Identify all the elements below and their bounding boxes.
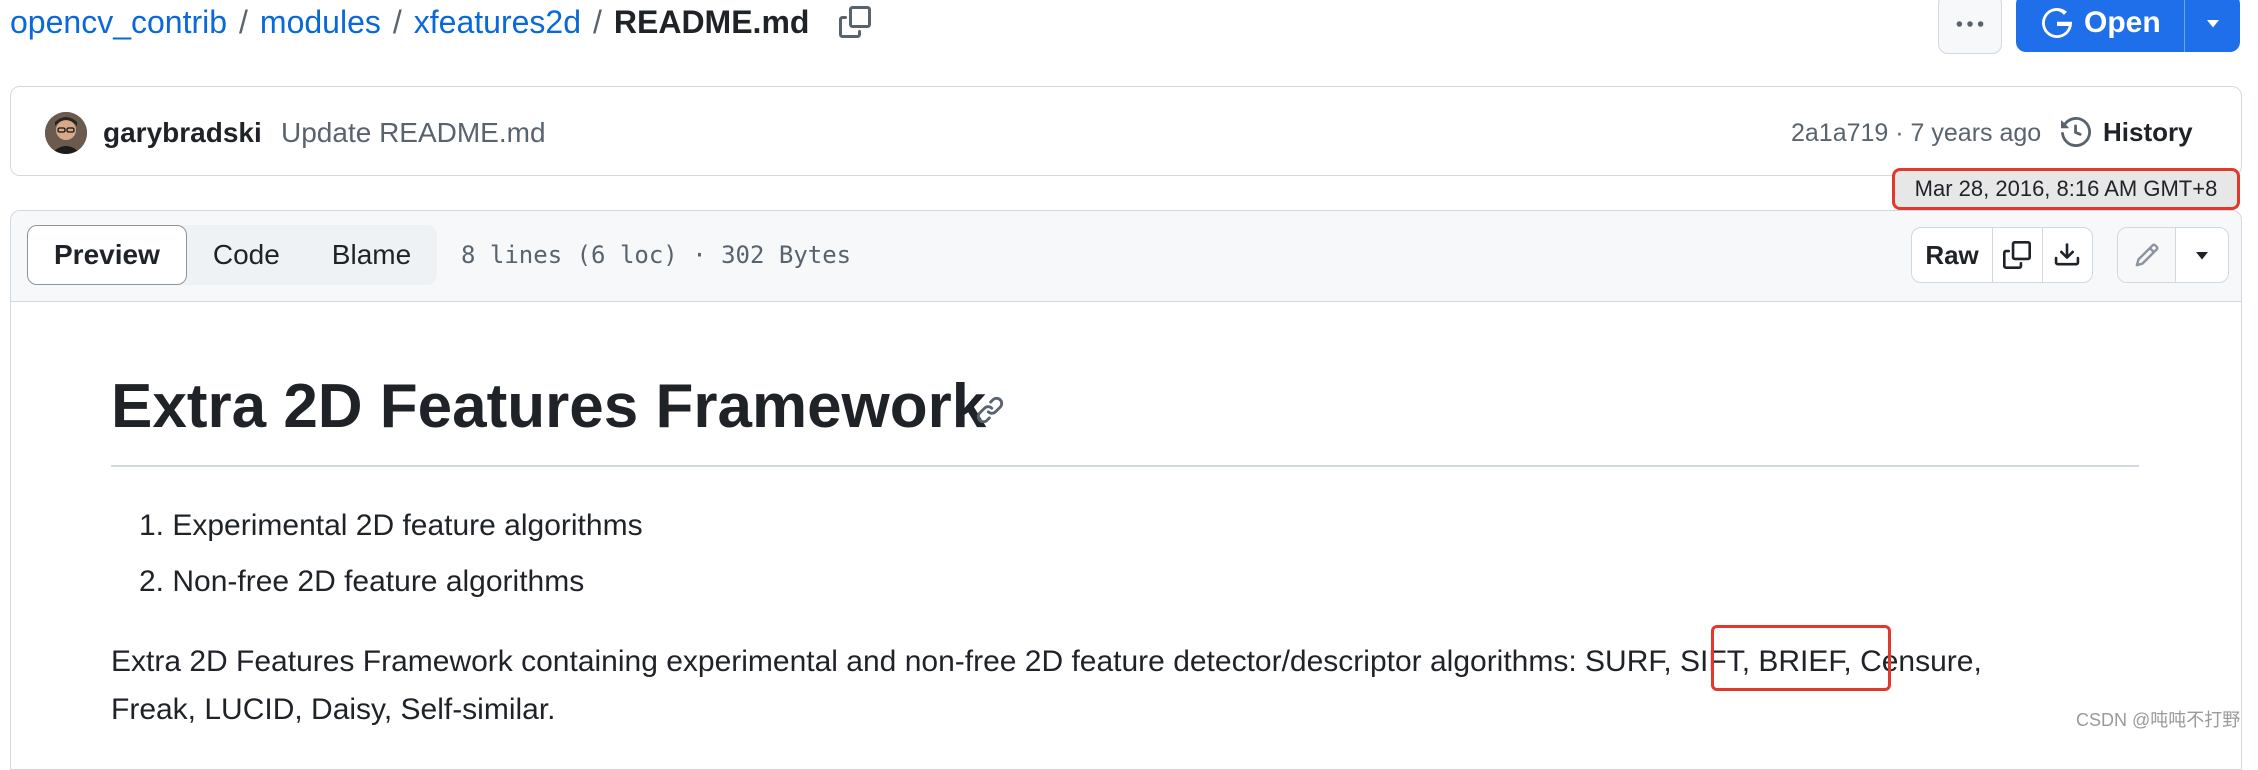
latest-commit-bar: garybradski Update README.md 2a1a719 · 7… [10,86,2242,176]
breadcrumb-link-xfeatures2d[interactable]: xfeatures2d [414,4,581,41]
commit-date-tooltip: Mar 28, 2016, 8:16 AM GMT+8 [1892,168,2240,210]
file-info: 8 lines (6 loc) · 302 Bytes [461,241,852,269]
tab-code[interactable]: Code [187,225,306,285]
pencil-icon [2135,243,2159,267]
breadcrumb: opencv_contrib / modules / xfeatures2d /… [10,0,873,44]
history-icon [2061,117,2091,147]
avatar-image [45,112,87,154]
download-icon [2055,243,2080,266]
file-header: Preview Code Blame 8 lines (6 loc) · 302… [11,211,2241,302]
watermark: CSDN @吨吨不打野 [2076,710,2241,730]
open-button-group: Open [2016,0,2240,52]
breadcrumb-link-repo[interactable]: opencv_contrib [10,4,227,41]
breadcrumb-current-file: README.md [613,3,810,40]
tab-blame[interactable]: Blame [306,225,437,285]
copy-icon [2003,241,2032,269]
edit-dropdown-button[interactable] [2176,228,2228,282]
heading-anchor-link[interactable] [975,395,1005,430]
history-button[interactable]: History [2061,107,2193,157]
list-item: 1. Experimental 2D feature algorithms [139,509,643,542]
copy-icon [839,6,872,38]
breadcrumb-link-modules[interactable]: modules [260,4,381,41]
raw-actions-group: Raw [1911,227,2093,283]
commit-message[interactable]: Update README.md [281,117,546,149]
open-button[interactable]: Open [2016,0,2184,52]
view-mode-tabs: Preview Code Blame [27,225,438,285]
download-button[interactable] [2043,228,2092,282]
commit-author[interactable]: garybradski [103,117,262,149]
triangle-down-icon [2196,252,2208,260]
edit-actions-group [2117,227,2229,283]
readme-title: Extra 2D Features Framework [111,372,987,441]
readme-paragraph-line: Freak, LUCID, Daisy, Self-similar. [111,693,556,726]
triangle-down-icon [2206,20,2219,28]
breadcrumb-separator: / [592,3,602,40]
git-open-icon [2042,8,2072,38]
list-item: 2. Non-free 2D feature algorithms [139,565,585,598]
link-icon [976,396,1004,424]
breadcrumb-separator: / [239,3,248,40]
edit-file-button[interactable] [2118,228,2176,282]
raw-button[interactable]: Raw [1912,228,1994,282]
kebab-horizontal-icon [1956,21,1984,27]
commit-meta[interactable]: 2a1a719 · 7 years ago [1791,119,2041,148]
history-label: History [2103,116,2193,147]
avatar[interactable] [45,112,87,154]
breadcrumb-separator: / [392,3,402,40]
tab-preview[interactable]: Preview [27,225,187,285]
annotation-highlight-box [1711,625,1891,691]
copy-raw-button[interactable] [1993,228,2043,282]
file-viewer: Preview Code Blame 8 lines (6 loc) · 302… [10,210,2242,770]
open-dropdown-button[interactable] [2185,11,2240,35]
readme-paragraph-line: Extra 2D Features Framework containing e… [111,645,1982,678]
copy-path-button[interactable] [837,4,873,40]
heading-divider [111,465,2139,467]
open-button-label: Open [2084,6,2161,39]
more-options-button[interactable] [1938,0,2002,54]
